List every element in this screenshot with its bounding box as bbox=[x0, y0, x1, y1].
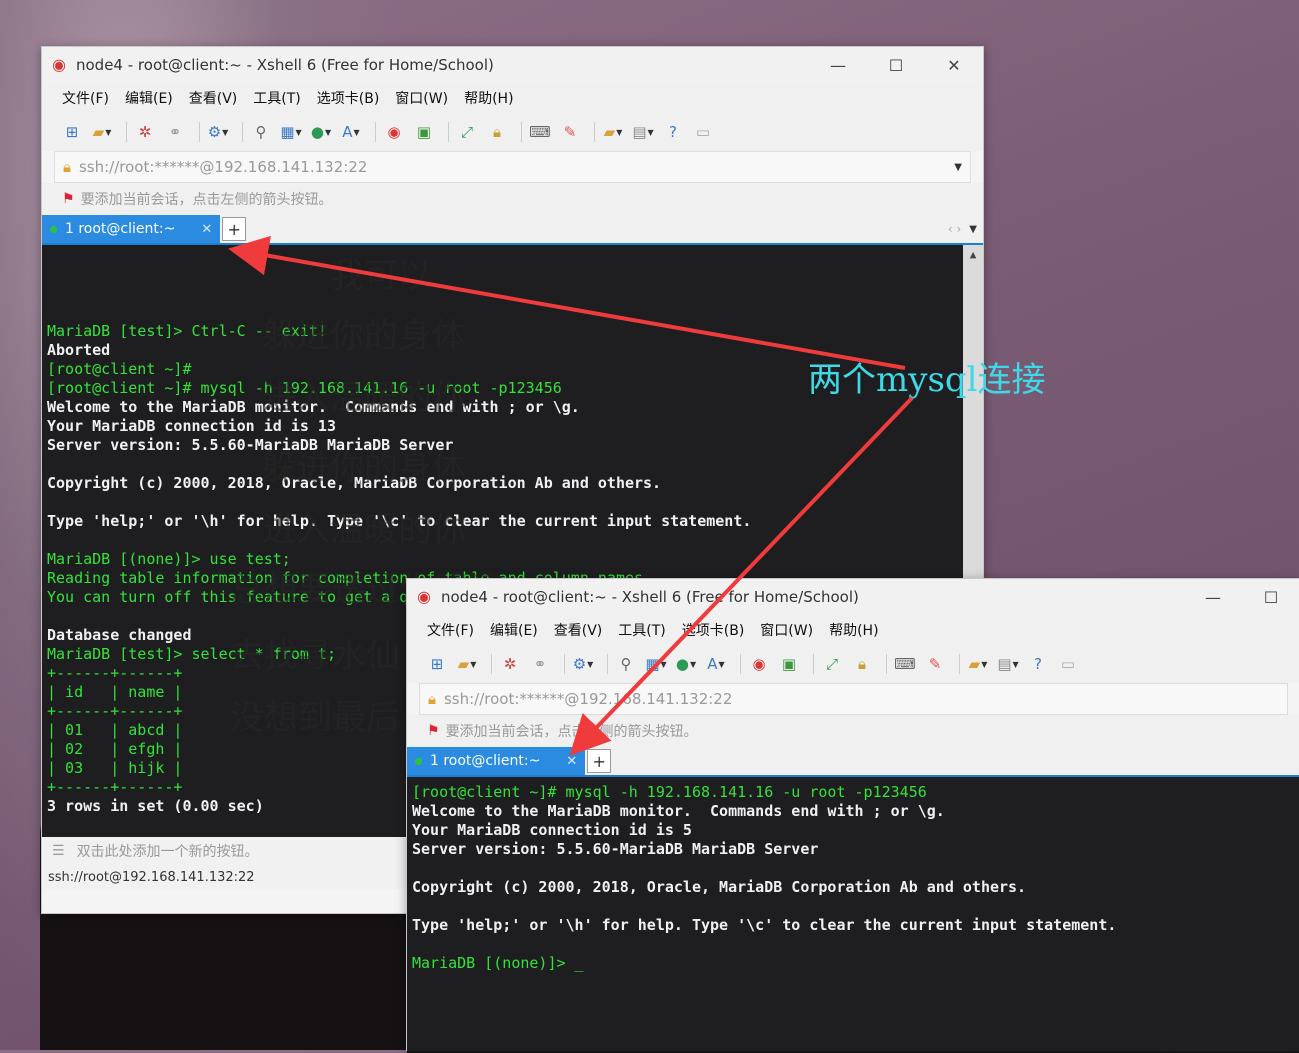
arrow-to-window1-tab bbox=[228, 235, 906, 370]
annotation-arrows bbox=[228, 235, 914, 756]
arrow-to-window2-tab bbox=[569, 396, 914, 756]
